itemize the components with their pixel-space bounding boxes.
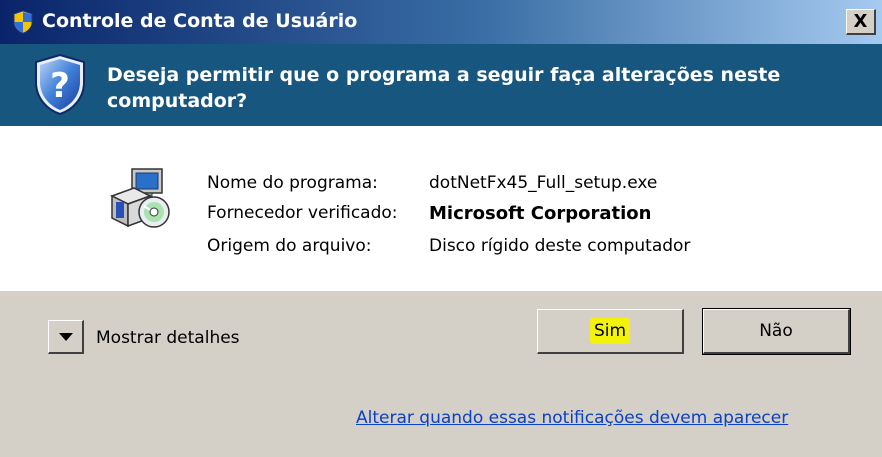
- show-details-label[interactable]: Mostrar detalhes: [96, 328, 240, 348]
- file-origin-value: Disco rígido deste computador: [429, 236, 691, 256]
- chevron-down-icon: [58, 332, 73, 341]
- publisher-label: Fornecedor verificado:: [207, 203, 398, 223]
- window-title: Controle de Conta de Usuário: [42, 10, 358, 32]
- change-notification-settings-link[interactable]: Alterar quando essas notificações devem …: [356, 408, 788, 428]
- file-origin-label: Origem do arquivo:: [207, 236, 372, 256]
- uac-shield-icon: [13, 10, 33, 34]
- show-details-toggle[interactable]: [48, 320, 84, 354]
- no-button[interactable]: Não: [702, 308, 851, 355]
- yes-button-label: Sim: [589, 318, 631, 344]
- setup-program-icon: [110, 168, 170, 228]
- svg-text:?: ?: [50, 66, 70, 106]
- uac-shield-question-icon: ?: [35, 53, 85, 116]
- no-button-label: Não: [759, 321, 793, 341]
- uac-dialog: Controle de Conta de Usuário X ? Deseja …: [0, 0, 882, 457]
- title-bar: Controle de Conta de Usuário X: [0, 0, 882, 44]
- publisher-value: Microsoft Corporation: [429, 203, 652, 224]
- close-button[interactable]: X: [846, 9, 876, 35]
- program-name-value: dotNetFx45_Full_setup.exe: [429, 173, 658, 193]
- uac-question-text: Deseja permitir que o programa a seguir …: [107, 64, 781, 112]
- yes-button[interactable]: Sim: [537, 309, 684, 354]
- program-name-label: Nome do programa:: [207, 173, 378, 193]
